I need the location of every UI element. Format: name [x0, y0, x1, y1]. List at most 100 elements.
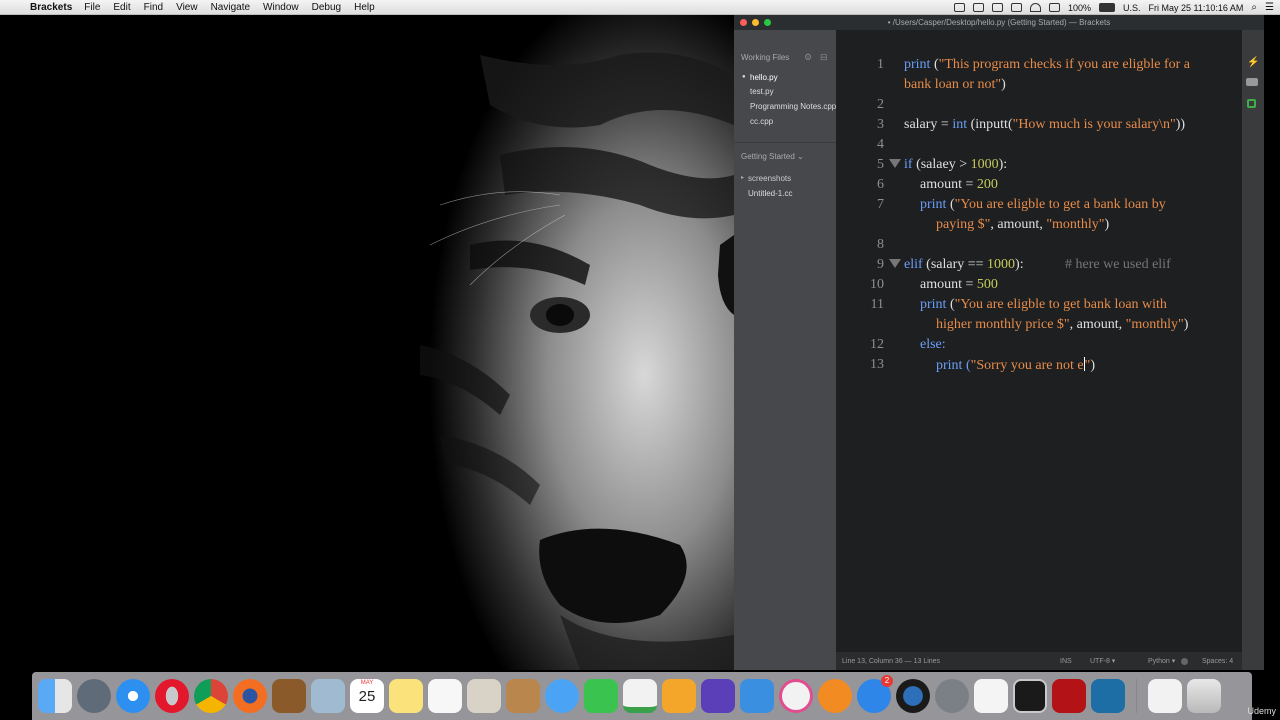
- menu-navigate[interactable]: Navigate: [211, 2, 250, 13]
- calendar-icon[interactable]: MAY 25: [350, 679, 384, 713]
- working-file-test[interactable]: test.py: [750, 87, 836, 96]
- textedit-icon[interactable]: [974, 679, 1008, 713]
- app-store-icon[interactable]: 2: [857, 675, 893, 713]
- extension-manager-icon[interactable]: [1246, 78, 1258, 86]
- code-comment: # here we used elif: [1065, 257, 1171, 272]
- contacts-icon[interactable]: [506, 679, 540, 713]
- extension-icon[interactable]: [1247, 99, 1256, 108]
- clock[interactable]: Fri May 25 11:10:16 AM: [1149, 3, 1244, 13]
- firefox-icon[interactable]: [233, 679, 267, 713]
- project-dropdown[interactable]: Getting Started ⌄: [741, 152, 804, 161]
- code-token: (inputt(: [967, 117, 1013, 132]
- minimize-window-button[interactable]: [752, 19, 759, 26]
- calendar-month: MAY: [360, 680, 374, 686]
- live-preview-icon[interactable]: ⚡: [1247, 57, 1259, 68]
- display-icon[interactable]: [991, 3, 1003, 12]
- insert-mode[interactable]: INS: [1060, 658, 1072, 665]
- code-token: ): [1183, 317, 1189, 332]
- gear-icon[interactable]: ⚙: [804, 52, 812, 63]
- working-file-programming-notes[interactable]: Programming Notes.cpp: [750, 102, 836, 111]
- calendar-day: 25: [358, 688, 376, 705]
- system-preferences-icon[interactable]: [935, 679, 969, 713]
- code-token: "monthly": [1046, 217, 1105, 232]
- sidebar-divider: [734, 142, 836, 143]
- folder-disclosure-icon[interactable]: ▸: [741, 174, 744, 181]
- battery-percentage[interactable]: 100%: [1068, 3, 1091, 13]
- code-token: 500: [976, 277, 998, 292]
- project-file-untitled[interactable]: Untitled-1.cc: [748, 189, 792, 198]
- fold-arrow-icon[interactable]: [889, 259, 901, 268]
- input-source[interactable]: U.S.: [1123, 3, 1141, 13]
- working-file-hello[interactable]: hello.py: [750, 73, 836, 82]
- notes-icon[interactable]: [389, 679, 423, 713]
- quicktime-icon[interactable]: [896, 679, 930, 713]
- pages-icon[interactable]: [662, 679, 696, 713]
- menu-view[interactable]: View: [176, 2, 198, 13]
- ibooks-icon[interactable]: [818, 679, 852, 713]
- line-number: 10: [870, 277, 884, 292]
- code-token: amount =: [920, 277, 977, 292]
- folder-screenshots[interactable]: screenshots: [748, 174, 791, 183]
- screen-record-icon[interactable]: [953, 3, 965, 12]
- launchpad-icon[interactable]: [77, 679, 111, 713]
- indent-setting[interactable]: Spaces: 4: [1202, 658, 1233, 665]
- brackets-window: • /Users/Casper/Desktop/hello.py (Gettin…: [734, 15, 1264, 670]
- code-editor[interactable]: 1 2 3 4 5 6 7 8 9 10 11 12 13 print ("Th…: [836, 30, 1242, 670]
- code-token: else:: [920, 337, 946, 352]
- chrome-icon[interactable]: [194, 679, 228, 713]
- code-token: (: [946, 297, 955, 312]
- code-token: ): [1104, 217, 1110, 232]
- volume-icon[interactable]: [1048, 3, 1060, 12]
- menu-edit[interactable]: Edit: [113, 2, 130, 13]
- code-token: 1000: [987, 257, 1016, 272]
- finder-icon[interactable]: [38, 679, 72, 713]
- dropbox-icon[interactable]: [972, 3, 984, 12]
- menu-window[interactable]: Window: [263, 2, 299, 13]
- line-number: 4: [877, 137, 884, 152]
- bluetooth-icon[interactable]: [1010, 3, 1022, 12]
- acrobat-icon[interactable]: [1052, 679, 1086, 713]
- close-window-button[interactable]: [740, 19, 747, 26]
- language-select[interactable]: Python ▾: [1148, 657, 1175, 665]
- opera-icon[interactable]: [155, 679, 189, 713]
- notebook-icon[interactable]: [272, 679, 306, 713]
- code-line: else:: [920, 337, 946, 353]
- imovie-icon[interactable]: [701, 679, 735, 713]
- code-token: (salary ==: [922, 257, 988, 272]
- itunes-icon[interactable]: [779, 679, 813, 713]
- trash-icon[interactable]: [1187, 679, 1221, 713]
- cursor-position[interactable]: Line 13, Column 36 — 13 Lines: [842, 658, 940, 665]
- photo-booth-icon[interactable]: [467, 679, 501, 713]
- code-token: "How much is your salary\n": [1012, 117, 1176, 132]
- facetime-icon[interactable]: [584, 679, 618, 713]
- menu-debug[interactable]: Debug: [312, 2, 341, 13]
- code-line: print ("You are eligble to get a bank lo…: [920, 197, 1166, 213]
- messages-icon[interactable]: [545, 679, 579, 713]
- menu-help[interactable]: Help: [354, 2, 375, 13]
- menu-find[interactable]: Find: [144, 2, 163, 13]
- working-files-header[interactable]: Working Files: [741, 53, 789, 62]
- line-number: 5: [877, 157, 884, 172]
- battery-icon[interactable]: [1099, 3, 1116, 12]
- wifi-icon[interactable]: [1029, 3, 1041, 12]
- notification-center-icon[interactable]: ☰: [1265, 2, 1274, 13]
- code-token: ):: [998, 157, 1008, 172]
- split-view-icon[interactable]: ⊟: [820, 52, 828, 63]
- linter-status-icon[interactable]: [1181, 657, 1188, 665]
- code-token: , amount,: [990, 217, 1047, 232]
- preview-icon[interactable]: [311, 679, 345, 713]
- working-file-cc[interactable]: cc.cpp: [750, 117, 836, 126]
- keynote-icon[interactable]: [740, 679, 774, 713]
- terminal-icon[interactable]: [1013, 679, 1047, 713]
- safari-icon[interactable]: [116, 679, 150, 713]
- document-icon[interactable]: [1148, 679, 1182, 713]
- spotlight-icon[interactable]: ⌕: [1251, 2, 1257, 13]
- menu-file[interactable]: File: [84, 2, 100, 13]
- reminders-icon[interactable]: [428, 679, 462, 713]
- brackets-icon[interactable]: [1091, 679, 1125, 713]
- numbers-icon[interactable]: [623, 679, 657, 713]
- menu-app-name[interactable]: Brackets: [30, 2, 72, 13]
- zoom-window-button[interactable]: [764, 19, 771, 26]
- encoding-select[interactable]: UTF-8 ▾: [1090, 657, 1115, 665]
- fold-arrow-icon[interactable]: [889, 159, 901, 168]
